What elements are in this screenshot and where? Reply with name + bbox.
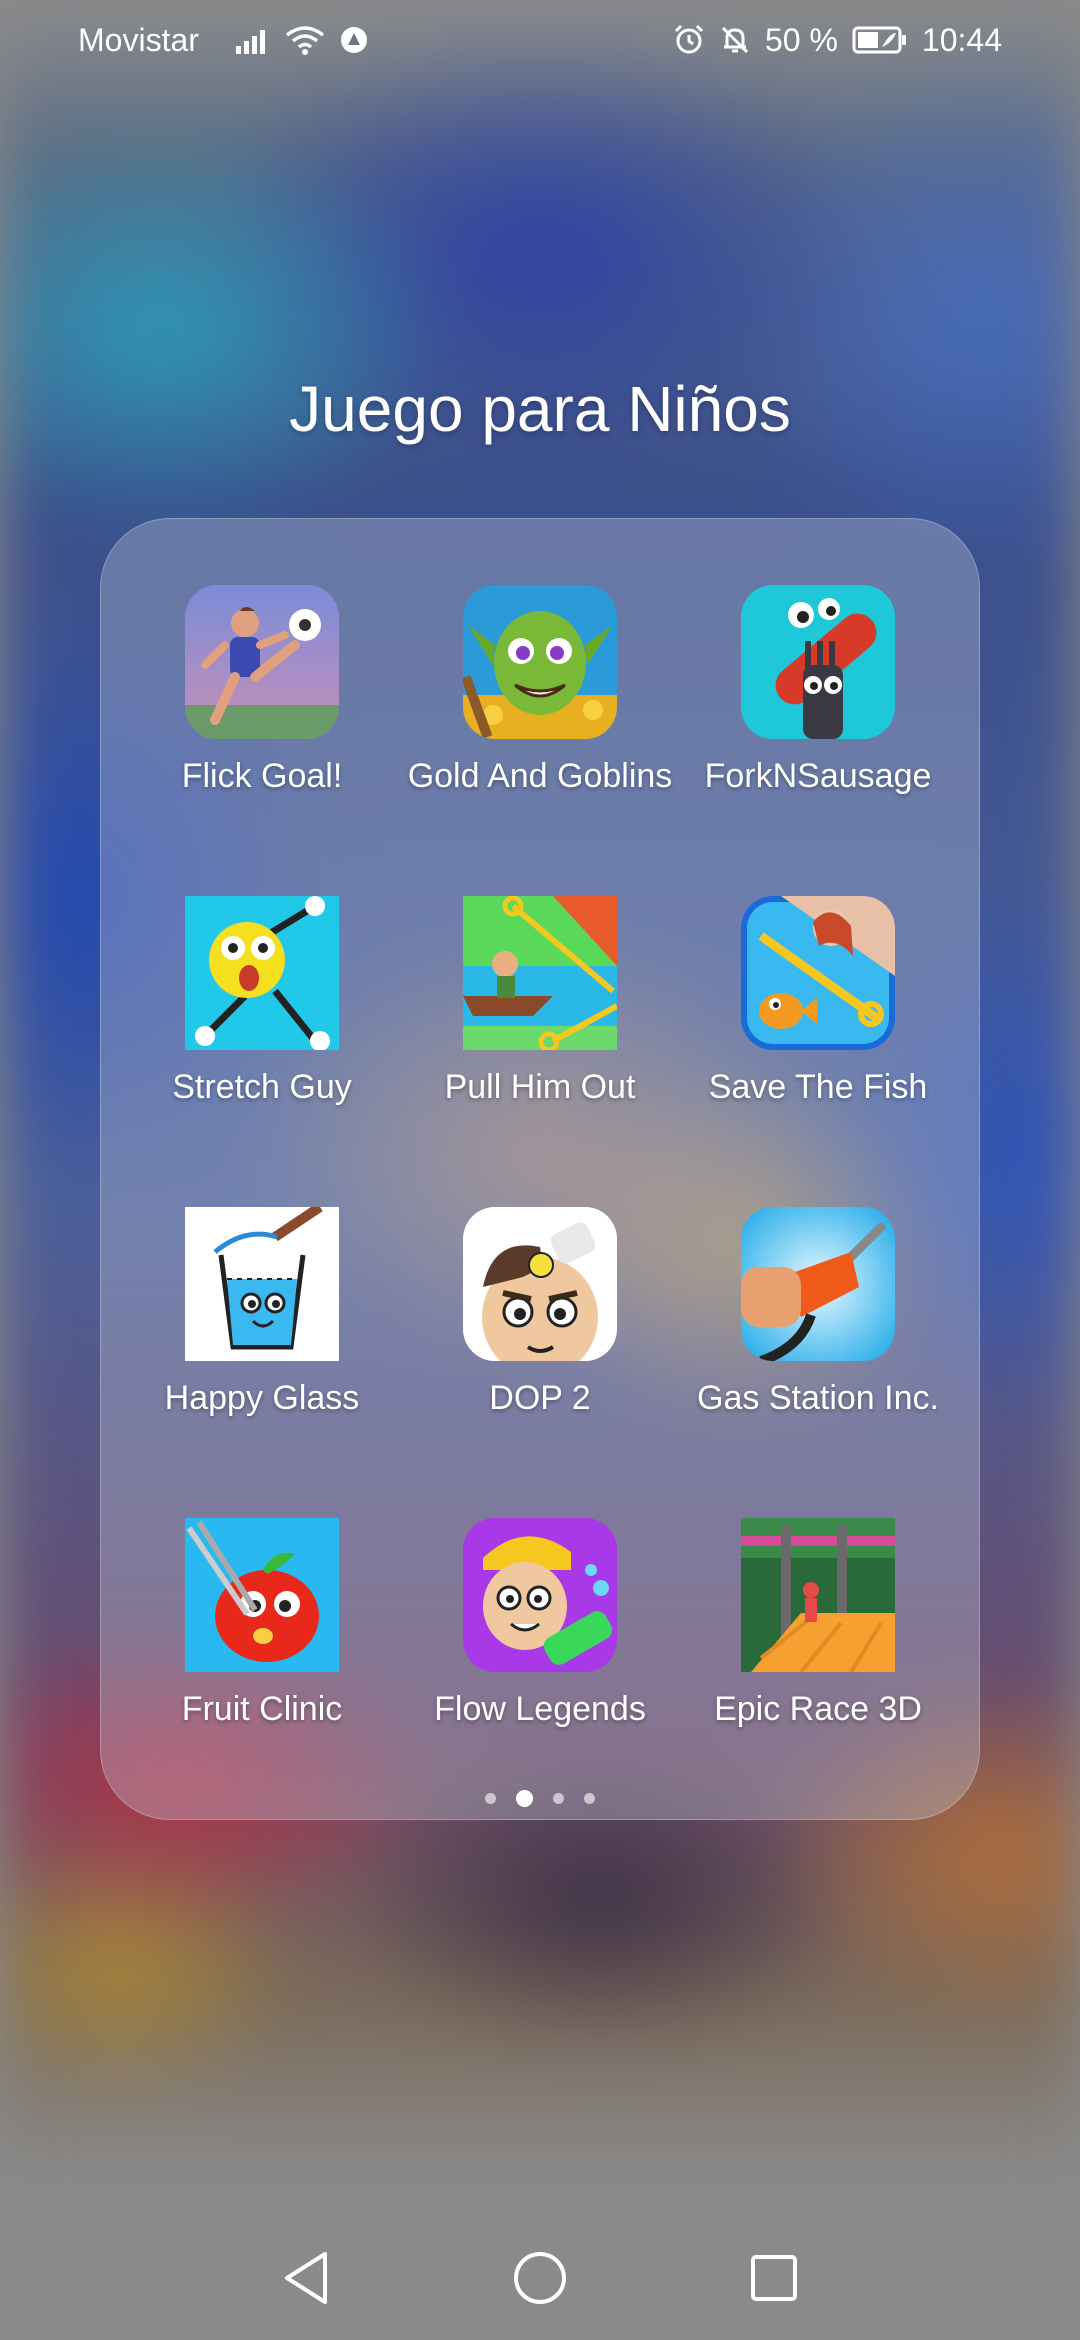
recents-icon: [751, 2254, 798, 2301]
app-fruit-clinic[interactable]: Fruit Clinic: [132, 1518, 392, 1729]
battery-percent: 50 %: [764, 21, 838, 58]
app-label: ForkNSausage: [704, 757, 932, 795]
app-label: Happy Glass: [164, 1379, 360, 1417]
mute-icon: [719, 24, 751, 56]
app-happy-glass[interactable]: Happy Glass: [132, 1207, 392, 1418]
flow-legends-icon: [463, 1518, 617, 1672]
page-dot-active[interactable]: [516, 1790, 533, 1807]
dop-2-icon: [463, 1207, 617, 1361]
happy-glass-icon: [185, 1207, 339, 1361]
app-gas-station-inc[interactable]: Gas Station Inc.: [688, 1207, 948, 1418]
app-label: Gold And Goblins: [407, 757, 673, 795]
page-indicator: [0, 1790, 1080, 1807]
app-label: Fruit Clinic: [181, 1690, 343, 1728]
app-label: Epic Race 3D: [714, 1690, 922, 1728]
app-stretch-guy[interactable]: Stretch Guy: [132, 896, 392, 1107]
app-epic-race-3d[interactable]: Epic Race 3D: [688, 1518, 948, 1729]
status-bar: Movistar 50 % 10:44: [0, 0, 1080, 80]
save-the-fish-icon: [741, 896, 895, 1050]
app-flick-goal[interactable]: Flick Goal!: [132, 585, 392, 796]
recents-button[interactable]: [749, 2253, 799, 2308]
navigation-bar: [0, 2220, 1080, 2340]
gold-and-goblins-icon: [463, 585, 617, 739]
fruit-clinic-icon: [185, 1518, 339, 1672]
flick-goal-icon: [185, 585, 339, 739]
home-button[interactable]: [512, 2250, 568, 2311]
app-gold-and-goblins[interactable]: Gold And Goblins: [408, 585, 672, 796]
app-label: Stretch Guy: [172, 1068, 352, 1106]
app-dop-2[interactable]: DOP 2: [410, 1207, 670, 1418]
alarm-icon: [673, 24, 705, 56]
app-label: Pull Him Out: [444, 1068, 636, 1106]
gas-station-icon: [741, 1207, 895, 1361]
battery-icon: [852, 25, 908, 55]
signal-icon: [235, 26, 271, 54]
wifi-icon: [285, 25, 325, 55]
stretch-guy-icon: [185, 896, 339, 1050]
folder-title[interactable]: Juego para Niños: [0, 372, 1080, 446]
app-pull-him-out[interactable]: Pull Him Out: [410, 896, 670, 1107]
app-flow-legends[interactable]: Flow Legends: [410, 1518, 670, 1729]
page-dot[interactable]: [584, 1793, 595, 1804]
app-save-the-fish[interactable]: Save The Fish: [688, 896, 948, 1107]
app-label: Flick Goal!: [181, 757, 343, 795]
app-label: Save The Fish: [708, 1068, 928, 1106]
back-icon: [284, 2251, 327, 2304]
forknsausage-icon: [741, 585, 895, 739]
app-label: Gas Station Inc.: [697, 1379, 939, 1417]
app-label: DOP 2: [489, 1379, 591, 1417]
app-forknsausage[interactable]: ForkNSausage: [688, 585, 948, 796]
clock: 10:44: [921, 21, 1002, 58]
back-button[interactable]: [281, 2250, 331, 2311]
page-dot[interactable]: [485, 1793, 496, 1804]
epic-race-3d-icon: [741, 1518, 895, 1672]
app-label: Flow Legends: [434, 1690, 646, 1728]
data-saver-icon: [339, 25, 369, 55]
carrier-name: Movistar: [78, 21, 199, 58]
page-dot[interactable]: [553, 1793, 564, 1804]
home-icon: [513, 2251, 566, 2304]
pull-him-out-icon: [463, 896, 617, 1050]
